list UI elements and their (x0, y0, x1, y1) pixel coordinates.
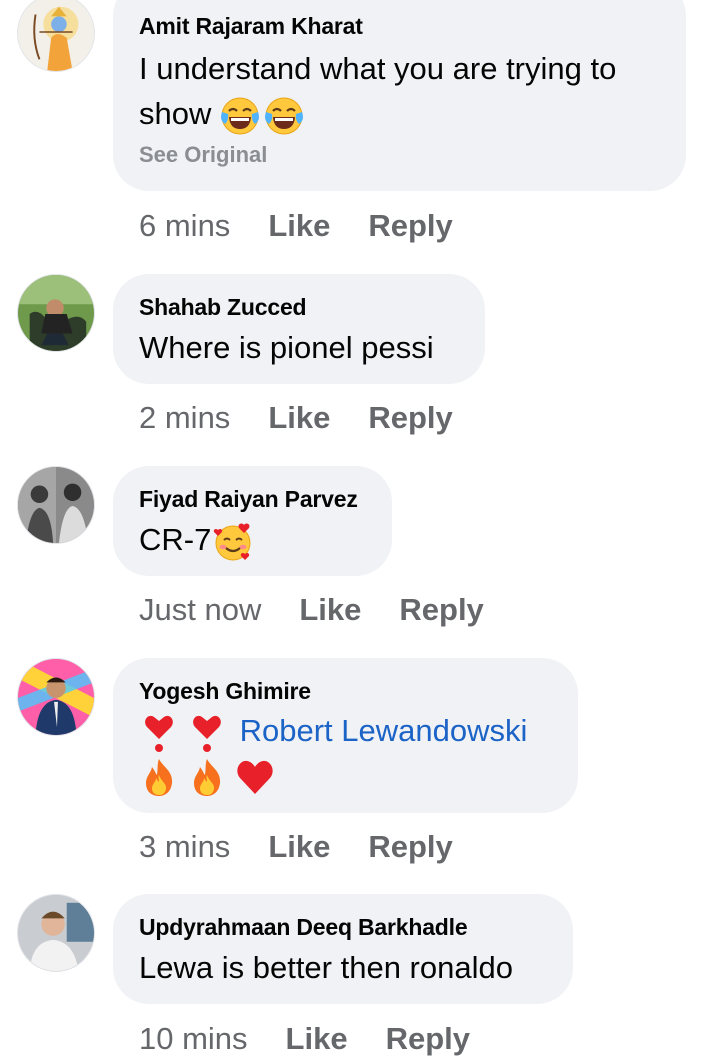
comment-timestamp: 2 mins (139, 400, 231, 435)
like-button[interactable]: Like (286, 1021, 348, 1057)
comment-author[interactable]: Shahab Zucced (139, 293, 459, 321)
comment-actions: Just now Like Reply (139, 592, 484, 628)
comment-author[interactable]: Fiyad Raiyan Parvez (139, 485, 366, 513)
comment-bubble: Shahab Zucced Where is pionel pessi (113, 274, 485, 384)
reply-button[interactable]: Reply (386, 1021, 470, 1057)
profile-picture-icon (18, 659, 94, 735)
mention-link[interactable]: Robert Lewandowski (240, 713, 528, 748)
reply-button[interactable]: Reply (368, 829, 452, 865)
comment-actions: 6 mins Like Reply (139, 208, 453, 244)
like-button[interactable]: Like (268, 208, 330, 244)
comment-bubble: Yogesh Ghimire Robert Lewandowski (113, 658, 578, 813)
like-button[interactable]: Like (299, 592, 361, 628)
red-heart-icon (235, 757, 275, 797)
comment-bubble: Fiyad Raiyan Parvez CR-7 (113, 466, 392, 576)
profile-picture-icon (18, 0, 94, 71)
avatar[interactable] (17, 466, 95, 544)
avatar[interactable] (17, 894, 95, 972)
comment-timestamp: 10 mins (139, 1021, 248, 1056)
see-original-link[interactable]: See Original (139, 140, 660, 170)
like-button[interactable]: Like (268, 829, 330, 865)
profile-picture-icon (18, 275, 94, 351)
laughing-tears-icon (264, 96, 304, 136)
smiling-face-with-hearts-icon (213, 522, 253, 562)
laughing-tears-icon (220, 96, 260, 136)
profile-picture-icon (18, 467, 94, 543)
comment-bubble: Amit Rajaram Kharat I understand what yo… (113, 0, 686, 191)
comment-timestamp: 3 mins (139, 829, 231, 864)
comment-emoji-line (139, 753, 552, 797)
comment-text: Lewa is better then ronaldo (139, 950, 513, 985)
comment-text: Robert Lewandowski (139, 709, 552, 753)
comment-bubble: Updyrahmaan Deeq Barkhadle Lewa is bette… (113, 894, 573, 1004)
avatar[interactable] (17, 274, 95, 352)
comment-actions: 2 mins Like Reply (139, 400, 453, 436)
comment-timestamp: 6 mins (139, 208, 231, 243)
fire-icon (187, 757, 227, 797)
comment-actions: 10 mins Like Reply (139, 1021, 470, 1057)
comment-author[interactable]: Amit Rajaram Kharat (139, 12, 660, 40)
heart-exclamation-icon (187, 713, 227, 753)
comment-timestamp: Just now (139, 592, 262, 627)
comment-text: Where is pionel pessi (139, 330, 434, 365)
avatar[interactable] (17, 0, 95, 72)
comment-text: CR-7 (139, 517, 366, 562)
comment-text-content: CR-7 (139, 522, 212, 557)
reply-button[interactable]: Reply (368, 208, 452, 244)
avatar[interactable] (17, 658, 95, 736)
comment-text: I understand what you are trying to show (139, 46, 660, 136)
comment-author[interactable]: Yogesh Ghimire (139, 677, 552, 705)
heart-exclamation-icon (139, 713, 179, 753)
reply-button[interactable]: Reply (399, 592, 483, 628)
reply-button[interactable]: Reply (368, 400, 452, 436)
profile-picture-icon (18, 895, 94, 971)
comment-author[interactable]: Updyrahmaan Deeq Barkhadle (139, 913, 547, 941)
comment-text-content: I understand what you are trying to show (139, 51, 617, 131)
comment-actions: 3 mins Like Reply (139, 829, 453, 865)
like-button[interactable]: Like (268, 400, 330, 436)
fire-icon (139, 757, 179, 797)
